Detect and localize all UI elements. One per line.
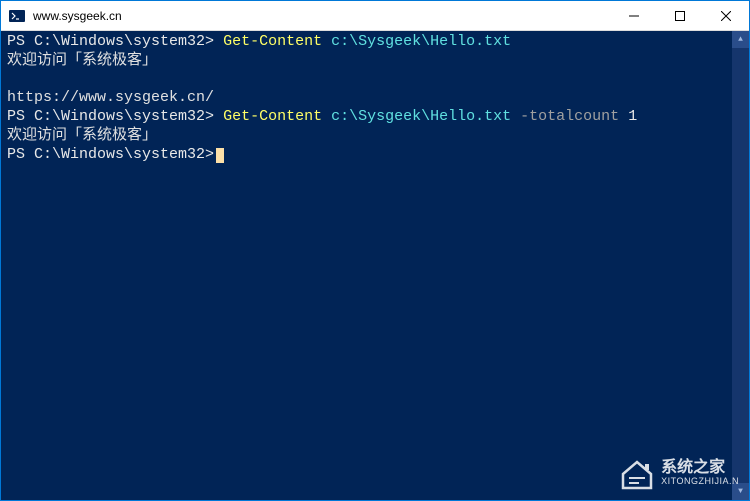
maximize-button[interactable]: [657, 1, 703, 30]
window-controls: [611, 1, 749, 30]
minimize-button[interactable]: [611, 1, 657, 30]
powershell-icon: [9, 8, 25, 24]
output-line: https://www.sysgeek.cn/: [7, 89, 743, 108]
house-icon: [619, 458, 655, 490]
command-line: PS C:\Windows\system32>: [7, 146, 743, 165]
cursor: [216, 148, 224, 163]
watermark-title: 系统之家: [661, 460, 739, 476]
scroll-up-icon[interactable]: ▲: [732, 31, 749, 48]
watermark-text-block: 系统之家 XITONGZHIJIA.N: [661, 460, 739, 487]
watermark-url: XITONGZHIJIA.N: [661, 476, 739, 487]
terminal-area[interactable]: PS C:\Windows\system32> Get-Content c:\S…: [1, 31, 749, 500]
terminal-content: PS C:\Windows\system32> Get-Content c:\S…: [7, 33, 743, 164]
watermark: 系统之家 XITONGZHIJIA.N: [619, 458, 739, 490]
scrollbar[interactable]: ▲ ▼: [732, 31, 749, 500]
command-line: PS C:\Windows\system32> Get-Content c:\S…: [7, 108, 743, 127]
output-line: 欢迎访问「系统极客」: [7, 127, 743, 146]
close-button[interactable]: [703, 1, 749, 30]
output-line: [7, 71, 743, 90]
powershell-window: www.sysgeek.cn PS C:\Windows\system32> G…: [0, 0, 750, 501]
titlebar[interactable]: www.sysgeek.cn: [1, 1, 749, 31]
output-line: 欢迎访问「系统极客」: [7, 52, 743, 71]
window-title: www.sysgeek.cn: [33, 9, 611, 23]
command-line: PS C:\Windows\system32> Get-Content c:\S…: [7, 33, 743, 52]
